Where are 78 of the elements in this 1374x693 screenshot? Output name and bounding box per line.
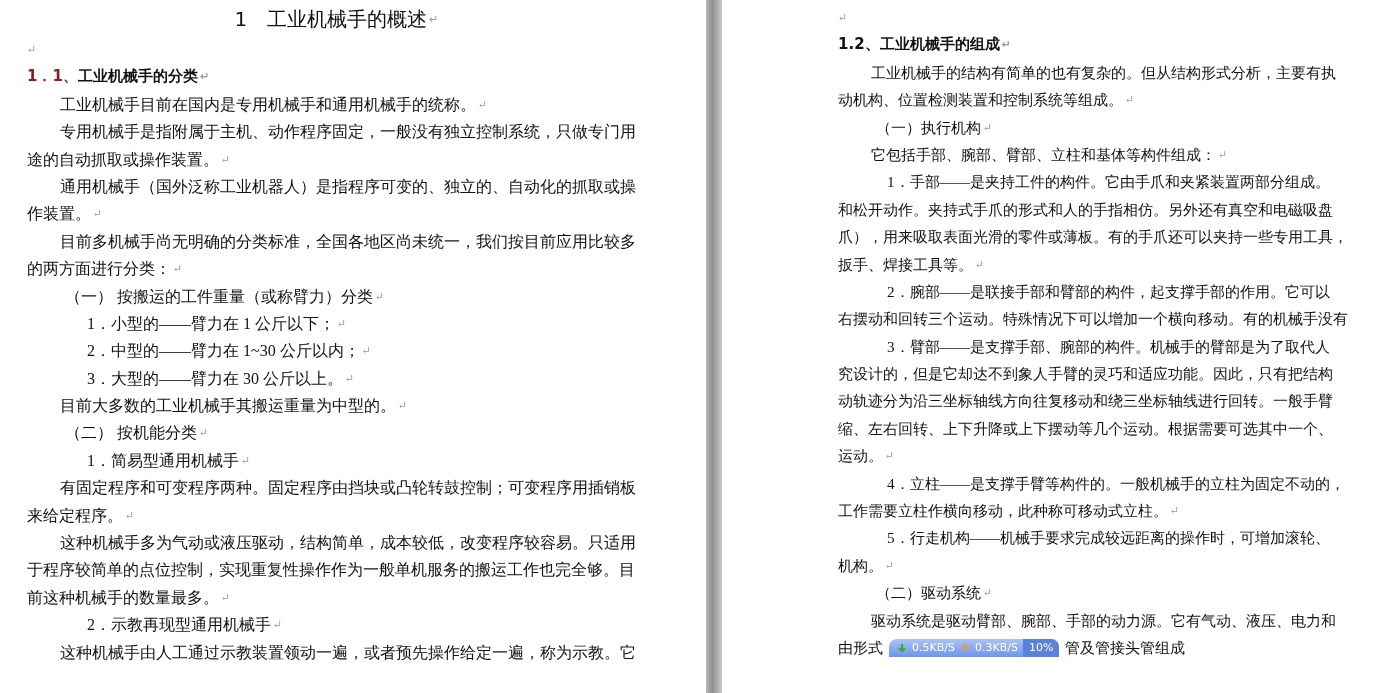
paragraph-mark: ↵ [975, 256, 985, 272]
text-line: 3．臂部——是支撑手部、腕部的构件。机械手的臂部是为了取代人 [887, 336, 1330, 357]
paragraph-mark: ↵ [125, 507, 135, 523]
paragraph-mark: ↵ [241, 452, 251, 468]
text-line: 1．手部——是夹持工件的构件。它由手爪和夹紧装置两部分组成。 [887, 172, 1330, 193]
text-line: 由形式 [838, 638, 883, 658]
paragraph-mark: ↵ [337, 315, 347, 331]
text-line: 通用机械手（国外泛称工业机器人）是指程序可变的、独立的、自动化的抓取或操 [60, 176, 636, 197]
paragraph-mark: ↵ [345, 370, 355, 386]
upload-speed: 0.3KB/S [974, 639, 1018, 656]
text-line: 扳手、焊接工具等。 [838, 254, 973, 275]
text-line: 目前多机械手尚无明确的分类标准，全国各地区尚未统一，我们按目前应用比较多 [60, 231, 636, 252]
paragraph-mark: ↵ [375, 288, 385, 304]
text-line: 工业机械手目前在国内是专用机械手和通用机械手的统称。 [60, 94, 476, 115]
text-line: 4．立柱——是支撑手臂等构件的。一般机械手的立柱为固定不动的， [887, 473, 1345, 494]
text-line: 作装置。 [27, 204, 91, 225]
paragraph-mark: ↵ [1170, 503, 1180, 519]
text-line: 于程序较简单的点位控制，实现重复性操作作为一般单机服务的搬运工作也完全够。目 [27, 560, 635, 581]
text-line: 1．小型的——臂力在 1 公斤以下； [87, 313, 335, 334]
paragraph-mark: ↵ [221, 589, 231, 605]
paragraph-mark: ↵ [1001, 37, 1011, 54]
paragraph-mark: ↵ [983, 119, 993, 135]
text-line: 动机构、位置检测装置和控制系统等组成。 [838, 90, 1123, 111]
section-heading: 1．1、工业机械手的分类 [27, 66, 198, 88]
text-line: 3．大型的——臂力在 30 公斤以上。 [87, 368, 343, 389]
text-line: 工业机械手的结构有简单的也有复杂的。但从结构形式分析，主要有执 [871, 62, 1336, 83]
text-line: （二） 按机能分类 [65, 423, 197, 444]
text-line: 动轨迹分为沿三坐标轴线方向往复移动和绕三坐标轴线进行回转。一般手臂 [838, 391, 1333, 412]
text-line: 有固定程序和可变程序两种。固定程序由挡块或凸轮转鼓控制；可变程序用插销板 [60, 478, 636, 499]
paragraph-mark: ↵ [478, 96, 488, 112]
text-line: 这种机械手由人工通过示教装置领动一遍，或者预先操作给定一遍，称为示教。它 [60, 642, 636, 663]
paragraph-mark: ↵ [983, 585, 993, 601]
paragraph-mark: ↵ [1125, 92, 1135, 108]
text-line: 的两方面进行分类： [27, 259, 171, 280]
paragraph-mark: ↵ [273, 617, 283, 633]
paragraph-mark: ↵ [398, 398, 408, 414]
download-arrow-icon [897, 642, 907, 653]
text-line: 前这种机械手的数量最多。 [27, 587, 219, 608]
paragraph-mark: ↵ [93, 206, 103, 222]
paragraph-mark: ↵ [885, 557, 895, 573]
text-line: 机构。 [838, 555, 883, 576]
text-line: 缩、左右回转、上下升降或上下摆动等几个运动。根据需要可选其中一个、 [838, 418, 1333, 439]
text-line: 来给定程序。 [27, 505, 123, 526]
text-line: 驱动系统是驱动臂部、腕部、手部的动力源。它有气动、液压、电力和 [871, 610, 1336, 631]
section-heading: 1.2、工业机械手的组成 [838, 34, 1000, 56]
text-line: 爪），用来吸取表面光滑的零件或薄板。有的手爪还可以夹持一些专用工具， [838, 227, 1348, 248]
text-line: 2．腕部——是联接手部和臂部的构件，起支撑手部的作用。它可以 [887, 281, 1330, 302]
text-line: 5．行走机构——机械手要求完成较远距离的操作时，可增加滚轮、 [887, 528, 1330, 549]
text-line: （一）执行机构 [876, 117, 981, 138]
text-line: 和松开动作。夹持式手爪的形式和人的手指相仿。另外还有真空和电磁吸盘 [838, 199, 1333, 220]
text-line: 运动。 [838, 446, 883, 467]
text-line: 它包括手部、腕部、臂部、立柱和基体等构件组成： [871, 144, 1216, 165]
text-line: 专用机械手是指附属于主机、动作程序固定，一般没有独立控制系统，只做专门用 [60, 122, 636, 143]
paragraph-mark: ↵ [1218, 146, 1228, 162]
text-line: 究设计的，但是它却达不到象人手臂的灵巧和适应功能。因此，只有把结构 [838, 364, 1333, 385]
paragraph-mark: ↵ [199, 425, 209, 441]
paragraph-mark: ↵ [27, 42, 37, 57]
paragraph-mark: ↵ [885, 448, 895, 464]
text-line: 工作需要立柱作横向移动，此种称可移动式立柱。 [838, 501, 1168, 522]
text-line: 2．示教再现型通用机械手 [87, 615, 271, 636]
text-line: 管及管接头管组成 [1065, 638, 1186, 658]
text-line: 2．中型的——臂力在 1~30 公斤以内； [87, 341, 360, 362]
download-speed: 0.5KB/S [912, 639, 955, 656]
paragraph-mark: ↵ [221, 151, 231, 167]
paragraph-mark: ↵ [838, 10, 848, 25]
paragraph-mark: ↵ [429, 12, 439, 29]
text-line: 途的自动抓取或操作装置。 [27, 149, 219, 170]
paragraph-mark: ↵ [199, 69, 210, 86]
text-line: （一） 按搬运的工件重量（或称臂力）分类 [65, 286, 373, 307]
document-title: 1 工业机械手的概述 [234, 6, 428, 34]
text-line: 这种机械手多为气动或液压驱动，结构简单，成本较低，改变程序较容易。只适用 [60, 533, 636, 554]
text-line: （二）驱动系统 [876, 583, 981, 604]
paragraph-mark: ↵ [173, 261, 183, 277]
text-line: 1．简易型通用机械手 [87, 450, 239, 471]
paragraph-mark: ↵ [361, 343, 371, 359]
text-line: 目前大多数的工业机械手其搬运重量为中型的。 [60, 396, 396, 417]
cpu-usage: 10% [1022, 638, 1060, 657]
text-line: 右摆动和回转三个运动。特殊情况下可以增加一个横向移动。有的机械手没有 [838, 309, 1348, 330]
